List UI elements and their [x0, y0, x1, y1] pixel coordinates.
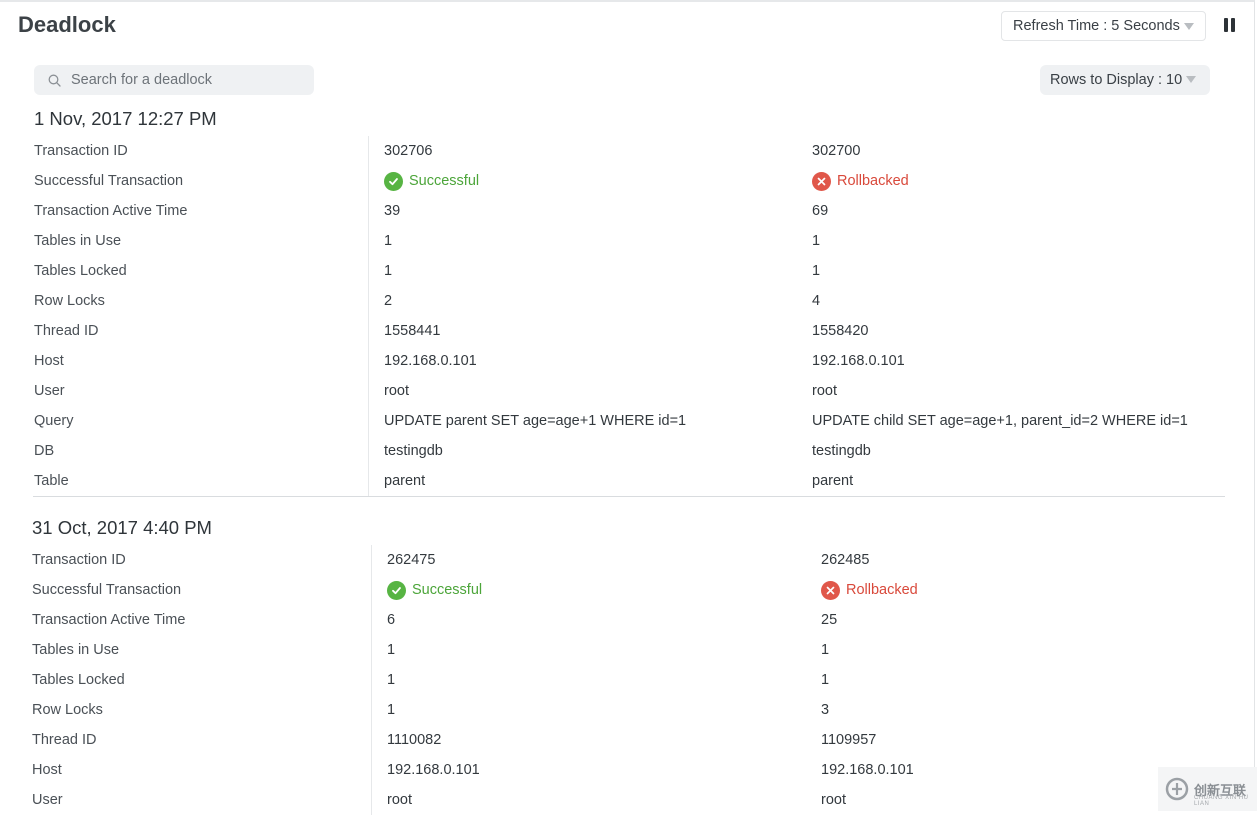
field-label-active-time: Transaction Active Time: [34, 203, 188, 219]
field-value-transaction-id: 302700: [812, 143, 861, 159]
field-value-host: 192.168.0.101: [387, 762, 480, 778]
watermark-logo: 创新互联 CHUANG XIN HU LIAN: [1158, 767, 1257, 811]
refresh-time-dropdown[interactable]: Refresh Time : 5 Seconds: [1001, 11, 1206, 41]
field-value-tables-locked: 1: [821, 672, 830, 688]
status-text: Rollbacked: [837, 173, 909, 189]
status-badge: Rollbacked: [812, 166, 909, 196]
x-circle-icon: [812, 171, 831, 191]
field-label-successful-transaction: Successful Transaction: [32, 582, 182, 598]
status-badge: Rollbacked: [821, 575, 918, 605]
field-value-row-locks: 4: [812, 293, 821, 309]
search-box[interactable]: [34, 65, 314, 95]
check-circle-icon: [384, 171, 403, 191]
field-value-user: root: [384, 383, 409, 399]
field-value-thread-id: 1110082: [387, 732, 442, 748]
field-label-table: Table: [34, 473, 69, 489]
watermark-subtext: CHUANG XIN HU LIAN: [1194, 795, 1249, 807]
field-value-thread-id: 1558441: [384, 323, 441, 339]
column-divider: [368, 136, 369, 496]
field-value-active-time: 6: [387, 612, 396, 628]
field-value-thread-id: 1109957: [821, 732, 877, 748]
deadlock-date: 31 Oct, 2017 4:40 PM: [32, 517, 212, 538]
field-label-tables-in-use: Tables in Use: [34, 233, 122, 249]
field-value-query: UPDATE child SET age=age+1, parent_id=2 …: [812, 413, 1188, 429]
field-label-thread-id: Thread ID: [32, 732, 97, 748]
x-circle-icon: [821, 580, 840, 600]
page-title: Deadlock: [18, 12, 116, 37]
field-label-user: User: [34, 383, 65, 399]
field-value-db: testingdb: [384, 443, 443, 459]
field-label-host: Host: [34, 353, 64, 369]
field-value-row-locks: 1: [387, 702, 396, 718]
field-label-transaction-id: Transaction ID: [32, 552, 126, 568]
rows-to-display-dropdown[interactable]: Rows to Display : 10: [1040, 65, 1210, 95]
search-input[interactable]: [69, 71, 293, 89]
field-label-row-locks: Row Locks: [34, 293, 105, 309]
field-label-host: Host: [32, 762, 62, 778]
field-value-db: testingdb: [812, 443, 871, 459]
field-label-active-time: Transaction Active Time: [32, 612, 186, 628]
field-label-thread-id: Thread ID: [34, 323, 99, 339]
field-value-tables-in-use: 1: [387, 642, 396, 658]
field-value-row-locks: 3: [821, 702, 830, 718]
field-value-transaction-id: 262485: [821, 552, 870, 568]
status-badge: Successful: [384, 166, 479, 196]
field-value-transaction-id: 302706: [384, 143, 433, 159]
field-value-row-locks: 2: [384, 293, 393, 309]
check-circle-icon: [387, 580, 406, 600]
field-label-transaction-id: Transaction ID: [34, 143, 128, 159]
field-value-thread-id: 1558420: [812, 323, 869, 339]
chevron-down-icon: [1186, 76, 1196, 83]
search-icon: [48, 74, 61, 87]
logo-icon: [1165, 777, 1189, 801]
deadlock-date: 1 Nov, 2017 12:27 PM: [34, 108, 217, 129]
field-value-host: 192.168.0.101: [821, 762, 914, 778]
field-label-row-locks: Row Locks: [32, 702, 103, 718]
field-label-tables-locked: Tables Locked: [32, 672, 125, 688]
field-value-tables-in-use: 1: [821, 642, 830, 658]
field-label-tables-locked: Tables Locked: [34, 263, 127, 279]
field-value-table: parent: [384, 473, 426, 489]
refresh-time-label: Refresh Time : 5 Seconds: [1013, 18, 1180, 34]
field-label-successful-transaction: Successful Transaction: [34, 173, 184, 189]
status-badge: Successful: [387, 575, 482, 605]
field-value-query: UPDATE parent SET age=age+1 WHERE id=1: [384, 413, 687, 429]
field-value-transaction-id: 262475: [387, 552, 436, 568]
field-value-active-time: 39: [384, 203, 401, 219]
pause-icon[interactable]: [1224, 18, 1238, 34]
field-value-table: parent: [812, 473, 854, 489]
field-value-host: 192.168.0.101: [384, 353, 477, 369]
column-divider: [371, 545, 372, 815]
field-value-tables-locked: 1: [812, 263, 821, 279]
status-text: Successful: [412, 582, 483, 598]
field-value-tables-in-use: 1: [812, 233, 821, 249]
field-label-db: DB: [34, 443, 55, 459]
field-value-user: root: [812, 383, 837, 399]
field-value-tables-locked: 1: [387, 672, 396, 688]
field-value-tables-in-use: 1: [384, 233, 393, 249]
rows-to-display-label: Rows to Display : 10: [1050, 72, 1183, 88]
block-divider: [33, 496, 1225, 497]
field-value-active-time: 25: [821, 612, 838, 628]
field-value-host: 192.168.0.101: [812, 353, 905, 369]
chevron-down-icon: [1184, 23, 1194, 30]
status-text: Rollbacked: [846, 582, 918, 598]
field-value-active-time: 69: [812, 203, 829, 219]
status-text: Successful: [409, 173, 480, 189]
field-label-query: Query: [34, 413, 74, 429]
field-label-tables-in-use: Tables in Use: [32, 642, 120, 658]
field-value-tables-locked: 1: [384, 263, 393, 279]
